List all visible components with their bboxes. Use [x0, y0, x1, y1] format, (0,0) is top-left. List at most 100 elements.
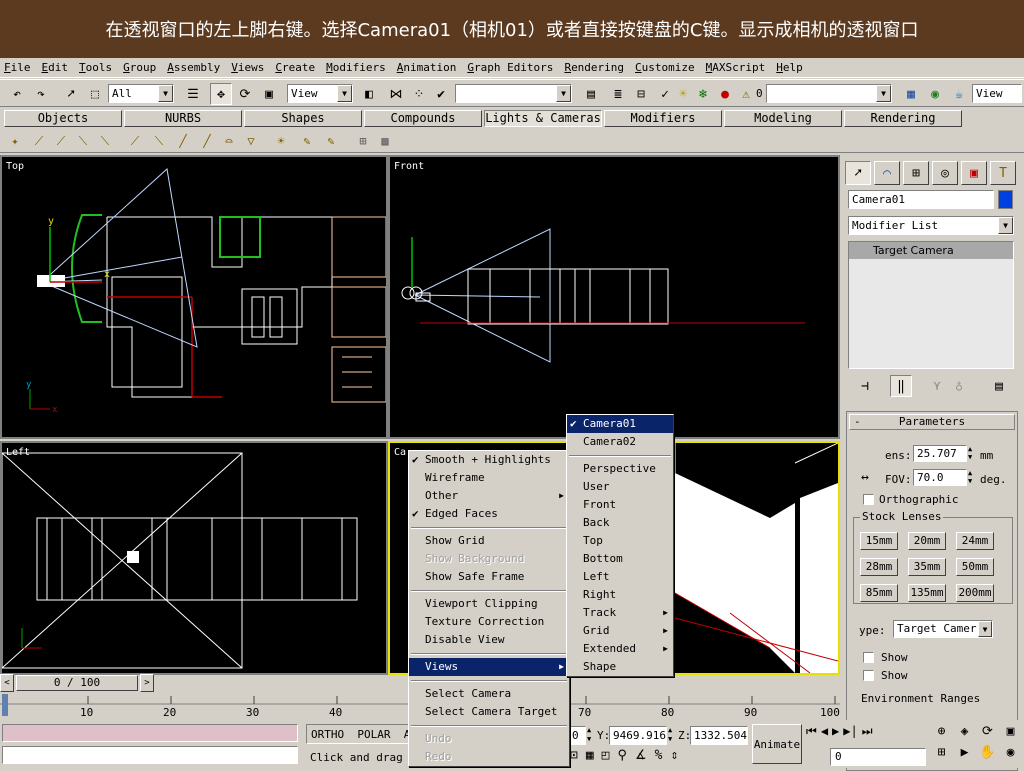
time-slider-thumb[interactable]: 0 / 100	[16, 675, 138, 691]
pan-hand-icon[interactable]: ✋	[976, 745, 999, 766]
animate-button[interactable]: Animate	[752, 724, 802, 764]
submenu-item-left[interactable]: Left	[567, 568, 673, 586]
z-coord-field[interactable]: 1332.504	[690, 726, 748, 745]
move-icon[interactable]: ✥	[210, 83, 232, 105]
submenu-item-track[interactable]: Track ▶	[567, 604, 673, 622]
freeze-icon[interactable]: ❄	[692, 83, 714, 105]
configure-sets-icon[interactable]: ▤	[988, 375, 1010, 397]
array-icon[interactable]: ⁘	[408, 83, 430, 105]
menu-item-viewport-clipping[interactable]: Viewport Clipping	[409, 595, 569, 613]
play-icon[interactable]: ▶	[832, 724, 839, 742]
named-selection-dropdown[interactable]: ▼	[455, 84, 572, 103]
zoom-all-icon[interactable]: ◈	[953, 724, 976, 745]
menu-item-other[interactable]: Other ▶	[409, 487, 569, 505]
submenu-item-user[interactable]: User	[567, 478, 673, 496]
reference-coord-dropdown[interactable]: View ▼	[287, 84, 353, 103]
percent-snap-icon[interactable]: %	[655, 748, 663, 766]
target-direct-icon[interactable]: ⟍	[150, 132, 168, 150]
tab-modeling[interactable]: Modeling	[724, 110, 842, 127]
prev-frame-arrow-icon[interactable]: <	[0, 674, 14, 692]
remove-modifier-icon[interactable]: ♁	[948, 375, 970, 397]
camera-target-icon[interactable]: ✎	[322, 132, 340, 150]
motion-tab-icon[interactable]: ◎	[932, 161, 958, 185]
tab-nurbs[interactable]: NURBS	[124, 110, 242, 127]
free-spot-icon[interactable]: ⟋	[52, 132, 70, 150]
menu-file[interactable]: File	[4, 61, 31, 74]
mirror-icon[interactable]: ⋈	[385, 83, 407, 105]
menu-item-views[interactable]: Views ▶	[409, 658, 569, 676]
stack-item-target-camera[interactable]: Target Camera	[849, 242, 1013, 259]
show-end-result-icon[interactable]: ‖	[890, 375, 912, 397]
prev-frame-icon[interactable]: ◀	[821, 724, 828, 742]
submenu-item-top[interactable]: Top	[567, 532, 673, 550]
menu-views[interactable]: Views	[231, 61, 264, 74]
submenu-item-right[interactable]: Right	[567, 586, 673, 604]
region-select-icon[interactable]: ⬚	[84, 83, 106, 105]
menu-create[interactable]: Create	[275, 61, 315, 74]
goto-start-icon[interactable]: ⏮	[806, 724, 817, 742]
submenu-item-extended[interactable]: Extended ▶	[567, 640, 673, 658]
rotate-icon[interactable]: ⟳	[234, 83, 256, 105]
next-frame-icon[interactable]: ▶|	[843, 724, 857, 742]
show-cone-checkbox[interactable]	[863, 652, 874, 663]
lens-field[interactable]: 25.707	[913, 445, 967, 462]
camera-match-icon[interactable]: ⊞	[354, 132, 372, 150]
submenu-item-shape[interactable]: Shape	[567, 658, 673, 676]
camera-free-icon[interactable]: ✎	[298, 132, 316, 150]
menu-item-show-safe-frame[interactable]: Show Safe Frame	[409, 568, 569, 586]
menu-group[interactable]: Group	[123, 61, 156, 74]
scale-icon[interactable]: ▣	[258, 83, 280, 105]
fov-field[interactable]: 70.0	[913, 469, 967, 486]
orthographic-checkbox[interactable]	[863, 494, 874, 505]
omni-light-icon[interactable]: ✦	[6, 132, 24, 150]
viewport-top[interactable]: Top y x y x	[0, 155, 388, 439]
x-coord-field[interactable]: 0	[568, 726, 586, 745]
menu-item-smooth-highlights[interactable]: ✔ Smooth + Highlights	[409, 451, 569, 469]
submenu-item-front[interactable]: Front	[567, 496, 673, 514]
submenu-item-camera01[interactable]: ✔ Camera01	[567, 415, 673, 433]
fov-direction-icon[interactable]: ↔	[861, 470, 869, 485]
zoom-icon[interactable]: ⊕	[930, 724, 953, 745]
lens-200mm-button[interactable]: 200mm	[956, 584, 994, 602]
object-color-swatch[interactable]	[998, 190, 1013, 209]
lens-20mm-button[interactable]: 20mm	[908, 532, 946, 550]
fov-spinner[interactable]: ▲ ▼	[968, 469, 972, 485]
maximize-viewport-icon[interactable]: ◉	[999, 745, 1022, 766]
render-scene-icon[interactable]: ◉	[924, 83, 946, 105]
undo-icon[interactable]: ↶	[6, 83, 28, 105]
sun-light-icon[interactable]: ⌓	[220, 132, 238, 150]
schematic-icon[interactable]: ≣	[607, 83, 629, 105]
display-tab-icon[interactable]: ▣	[961, 161, 987, 185]
spot-light-icon[interactable]: ⟋	[30, 132, 48, 150]
select-by-name-icon[interactable]: ☰	[182, 83, 204, 105]
menu-help[interactable]: Help	[776, 61, 803, 74]
tab-shapes[interactable]: Shapes	[244, 110, 362, 127]
material-editor-icon[interactable]: ▦	[900, 83, 922, 105]
modifier-list-dropdown[interactable]: Modifier List ▼	[848, 216, 1014, 235]
menu-graph-editors[interactable]: Graph Editors	[467, 61, 553, 74]
layer-props-icon[interactable]: ⚠	[735, 83, 757, 105]
maxscript-input-field[interactable]	[2, 746, 298, 764]
track-view-icon[interactable]: ▤	[580, 83, 602, 105]
tab-compounds[interactable]: Compounds	[364, 110, 482, 127]
object-name-field[interactable]: Camera01	[848, 190, 994, 209]
snap-3d-icon[interactable]: ⚲	[617, 748, 627, 766]
lens-85mm-button[interactable]: 85mm	[860, 584, 898, 602]
menu-customize[interactable]: Customize	[635, 61, 695, 74]
light-bulb-icon[interactable]: ☀	[672, 83, 694, 105]
snap-grid-icon[interactable]: ▦	[586, 748, 594, 766]
area-light-icon[interactable]: ╱	[198, 132, 216, 150]
menu-modifiers[interactable]: Modifiers	[326, 61, 386, 74]
menu-maxscript[interactable]: MAXScript	[706, 61, 766, 74]
camera-type-dropdown[interactable]: Target Camer ▼	[893, 620, 993, 638]
render-type-field[interactable]: View	[972, 84, 1022, 103]
crossing-icon[interactable]: ⊡	[570, 748, 578, 766]
next-frame-arrow-icon[interactable]: >	[140, 674, 154, 692]
submenu-item-back[interactable]: Back	[567, 514, 673, 532]
direct-light-icon[interactable]: ⟍	[74, 132, 92, 150]
lens-28mm-button[interactable]: 28mm	[860, 558, 898, 576]
create-tab-icon[interactable]: ➚	[845, 161, 871, 185]
show-horizon-checkbox[interactable]	[863, 670, 874, 681]
y-spinner[interactable]: ▲ ▼	[668, 726, 672, 744]
orbit-icon[interactable]: ⟳	[976, 724, 999, 745]
